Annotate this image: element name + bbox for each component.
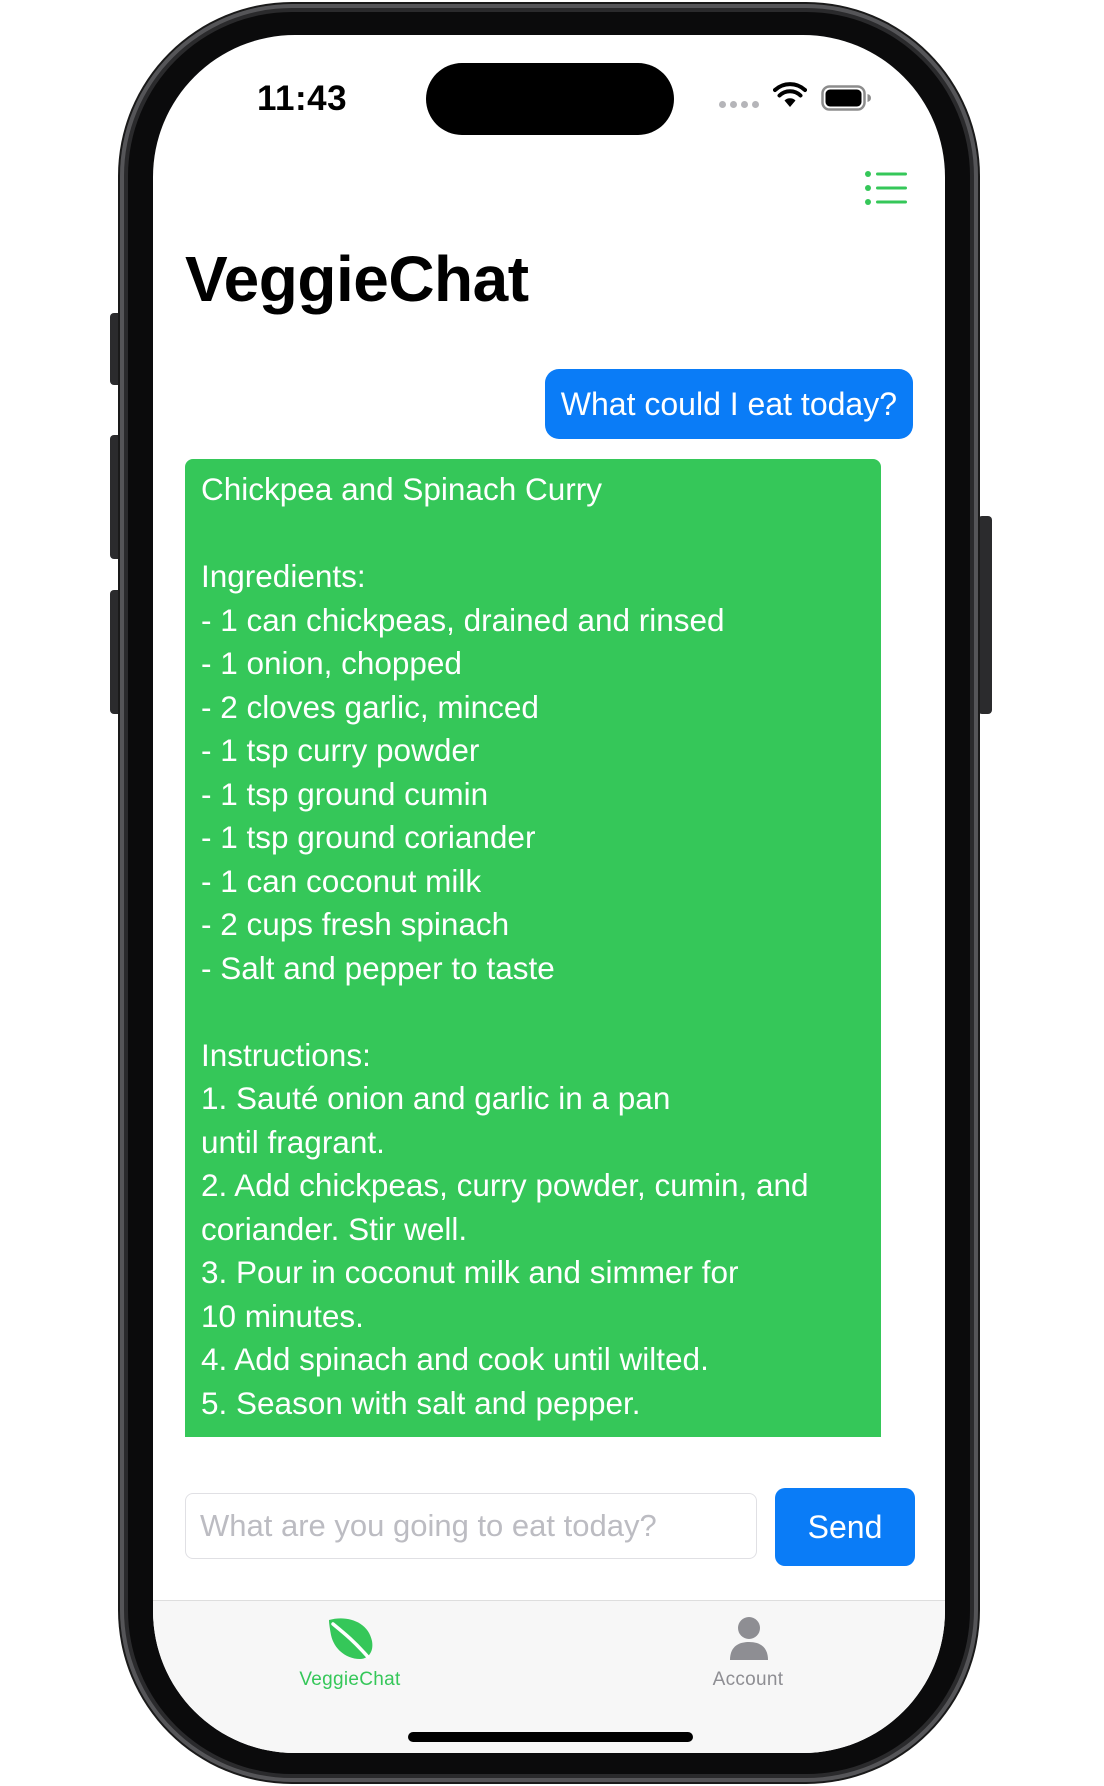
tab-bar: VeggieChat Account [153, 1600, 945, 1753]
status-time: 11:43 [257, 79, 348, 118]
home-indicator[interactable] [408, 1732, 693, 1742]
bot-message-line: - 1 tsp ground coriander [201, 819, 536, 855]
bot-message-line: 5. Season with salt and pepper. [201, 1384, 641, 1421]
bot-message-line: Ingredients: [201, 558, 366, 594]
bot-message-line [201, 512, 865, 556]
list-bullet-icon[interactable] [864, 170, 908, 206]
user-message-bubble: What could I eat today? [544, 369, 913, 439]
message-input[interactable] [185, 1493, 757, 1559]
bot-message-line: Instructions: [201, 1036, 371, 1073]
bot-message-line: - 1 tsp ground cumin [201, 775, 489, 812]
power-button [978, 516, 992, 714]
bot-message-bubble: Chickpea and Spinach Curry Ingredients: - … [185, 459, 881, 1437]
bot-message-line: 3. Pour in coconut milk and simmer for [201, 1254, 739, 1290]
dynamic-island [426, 63, 674, 135]
tab-account[interactable]: Account [648, 1601, 848, 1701]
bot-message-line: 2. Add chickpeas, curry powder, cumin, a… [201, 1167, 809, 1203]
bot-message-line: - 2 cloves garlic, minced [201, 688, 539, 725]
bot-message-line: - 1 can coconut milk [201, 862, 482, 899]
bot-message-line: - 1 onion, chopped [201, 645, 462, 681]
phone-mockup: 11:43 VeggieChat What could I eat today? [0, 0, 1104, 1786]
bot-message-line: 10 minutes. [201, 1297, 364, 1334]
tab-veggiechat[interactable]: VeggieChat [250, 1601, 450, 1701]
battery-icon [821, 85, 871, 111]
bot-message-line: coriander. Stir well. [201, 1210, 468, 1247]
bot-message-line: Chickpea and Spinach Curry [201, 471, 602, 507]
app-screen: 11:43 VeggieChat What could I eat today? [153, 35, 945, 1753]
cellular-signal-icon [719, 101, 759, 108]
tab-label: Account [712, 1669, 784, 1690]
bot-message-line: - 1 tsp curry powder [201, 732, 480, 768]
bot-message-line: - 2 cups fresh spinach [201, 906, 510, 942]
leaf-icon [329, 1618, 373, 1659]
bot-message-line: 1. Sauté onion and garlic in a pan [201, 1080, 671, 1116]
bot-message-line: 4. Add spinach and cook until wilted. [201, 1341, 709, 1377]
bot-message-line: - 1 can chickpeas, drained and rinsed [201, 601, 725, 638]
send-button[interactable]: Send [775, 1488, 915, 1566]
tab-label: VeggieChat [299, 1669, 401, 1690]
page-title: VeggieChat [185, 243, 529, 315]
bot-message-line: until fragrant. [201, 1123, 385, 1160]
bot-message-line [201, 990, 865, 1034]
person-icon [730, 1617, 768, 1660]
wifi-icon [773, 82, 807, 107]
bot-message-line: - Salt and pepper to taste [201, 949, 555, 986]
